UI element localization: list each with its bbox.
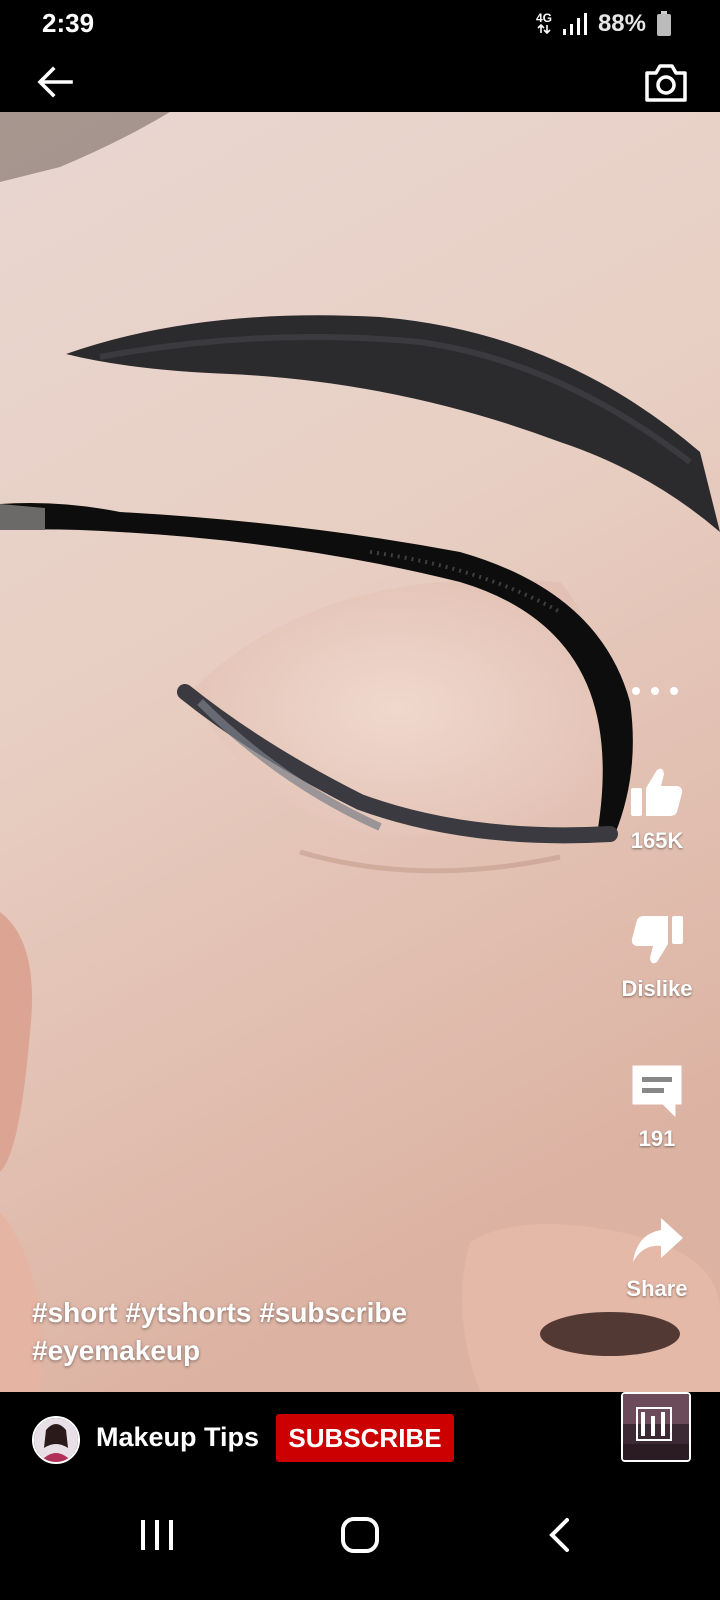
hashtag-link[interactable]: #subscribe: [259, 1297, 407, 1328]
subscribe-button[interactable]: SUBSCRIBE: [276, 1414, 454, 1462]
more-options-button[interactable]: [632, 680, 678, 702]
home-button[interactable]: [315, 1500, 405, 1570]
status-indicators: 4G 88%: [536, 8, 672, 40]
video-player[interactable]: [0, 112, 720, 1392]
like-button[interactable]: 165K: [602, 764, 712, 854]
data-arrows-icon: [537, 23, 551, 35]
network-type: 4G: [536, 12, 552, 36]
recents-icon: [141, 1520, 173, 1550]
more-dot: [651, 687, 659, 695]
comments-button[interactable]: 191: [602, 1062, 712, 1152]
dislike-button[interactable]: Dislike: [602, 912, 712, 1002]
hashtag-link[interactable]: #eyemakeup: [32, 1335, 200, 1366]
channel-name[interactable]: Makeup Tips: [96, 1422, 259, 1453]
arrow-left-icon: [37, 66, 73, 98]
hashtag-link[interactable]: #ytshorts: [125, 1297, 251, 1328]
status-time: 2:39: [42, 8, 95, 38]
status-bar: 2:39 4G 88%: [0, 0, 720, 48]
sound-thumbnail-image: [623, 1394, 689, 1460]
home-icon: [341, 1517, 379, 1553]
chevron-left-icon: [549, 1518, 569, 1552]
network-type-label: 4G: [535, 11, 552, 25]
thumbs-up-icon: [631, 768, 683, 816]
recent-apps-button[interactable]: [112, 1500, 202, 1570]
hashtag-link[interactable]: #short: [32, 1297, 118, 1328]
thumbs-down-icon: [631, 916, 683, 964]
battery-percent: 88%: [597, 10, 646, 37]
comment-count: 191: [638, 1126, 676, 1151]
more-dot: [670, 687, 678, 695]
share-label: Share: [626, 1276, 688, 1301]
battery-icon: [657, 11, 671, 36]
avatar-image: [34, 1418, 78, 1462]
channel-bar: Makeup Tips SUBSCRIBE: [0, 1392, 720, 1482]
camera-icon: [645, 64, 687, 102]
share-arrow-icon: [633, 1218, 683, 1262]
camera-button[interactable]: [638, 58, 694, 108]
video-caption: #short #ytshorts #subscribe #eyemakeup: [32, 1294, 482, 1370]
nav-back-button[interactable]: [515, 1500, 605, 1570]
back-button[interactable]: [30, 60, 80, 104]
comment-icon: [632, 1065, 682, 1117]
share-button[interactable]: Share: [602, 1212, 712, 1302]
top-app-bar: [0, 48, 720, 112]
sound-thumbnail[interactable]: [621, 1392, 691, 1462]
more-dot: [632, 687, 640, 695]
dislike-label: Dislike: [621, 976, 693, 1001]
channel-avatar[interactable]: [32, 1416, 80, 1464]
signal-icon: [562, 13, 587, 35]
like-count: 165K: [630, 828, 684, 853]
system-navigation-bar: [0, 1482, 720, 1600]
video-frame: [0, 112, 720, 1392]
